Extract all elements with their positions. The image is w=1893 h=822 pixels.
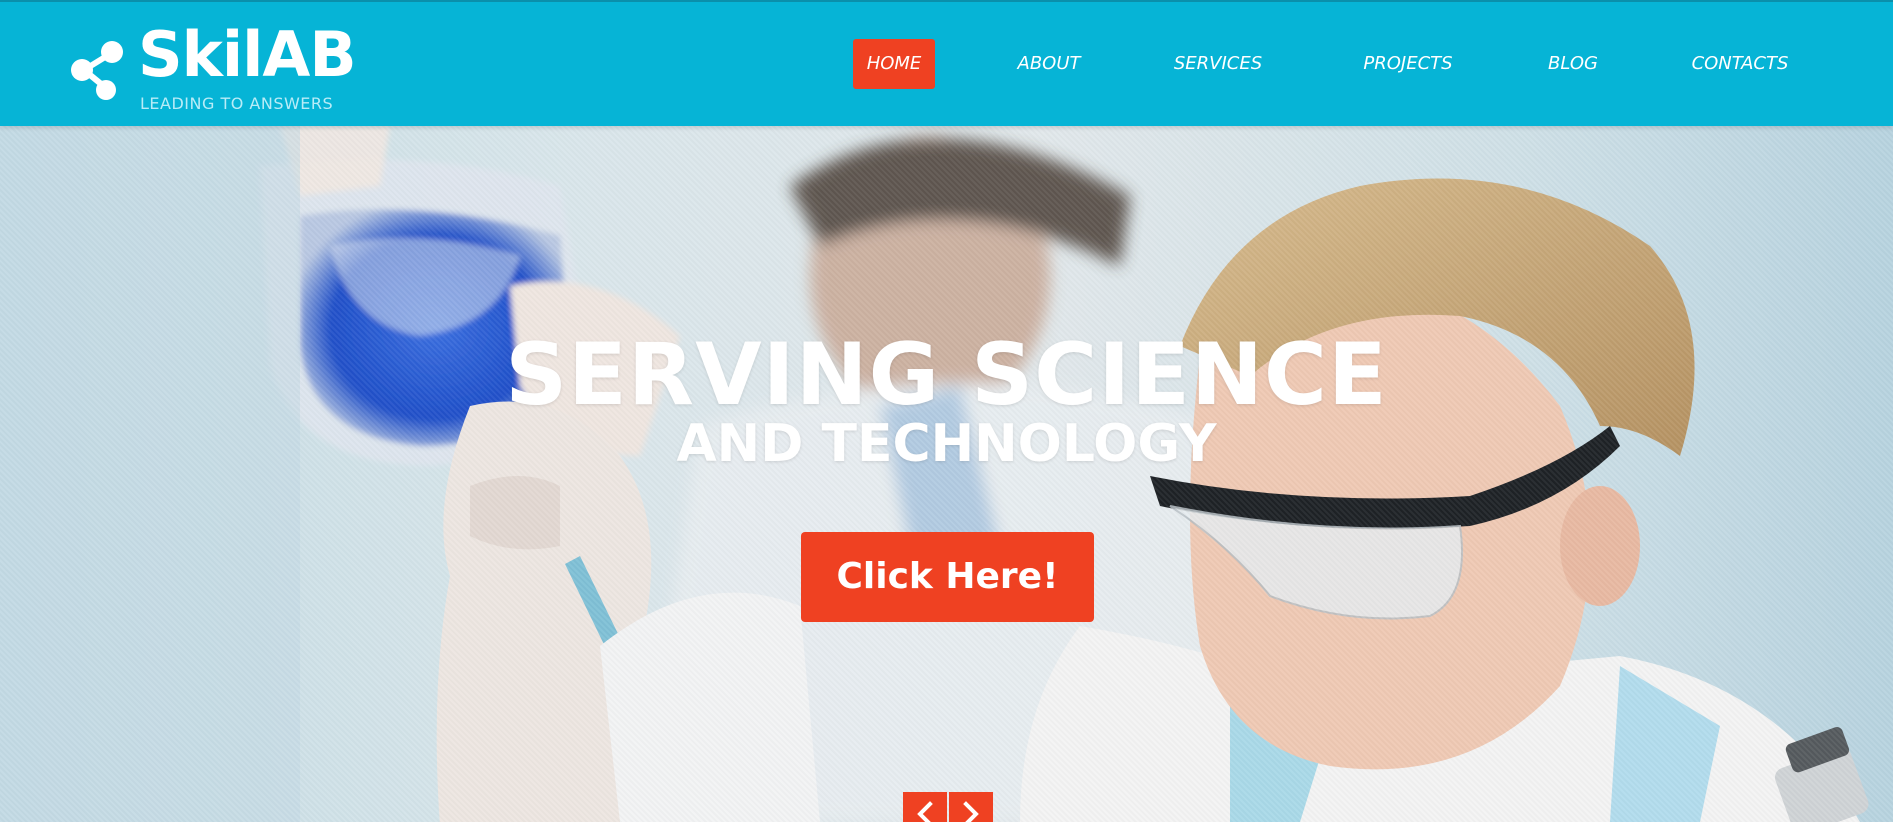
nav-item-projects[interactable]: PROJECTS [1353, 39, 1463, 89]
hero-slider: SERVING SCIENCE AND TECHNOLOGY Click Her… [0, 126, 1893, 822]
nav-item-blog[interactable]: BLOG [1533, 39, 1613, 89]
molecule-logo-icon [71, 41, 123, 100]
chevron-left-icon [917, 801, 933, 822]
page: SkilAB LEADING TO ANSWERS HOME ABOUT SER… [0, 0, 1893, 822]
nav-item-home[interactable]: HOME [853, 39, 935, 89]
nav-item-contacts[interactable]: CONTACTS [1685, 39, 1795, 89]
logo[interactable]: SkilAB LEADING TO ANSWERS [70, 24, 390, 115]
brand-name: SkilAB [138, 18, 357, 91]
hero-subtitle: AND TECHNOLOGY [676, 414, 1217, 474]
chevron-right-icon [963, 801, 979, 822]
slider-next-button[interactable] [949, 792, 993, 822]
site-header: SkilAB LEADING TO ANSWERS HOME ABOUT SER… [0, 0, 1893, 126]
nav-item-services[interactable]: SERVICES [1163, 39, 1273, 89]
slider-prev-button[interactable] [903, 792, 947, 822]
nav-item-about[interactable]: ABOUT [1003, 39, 1095, 89]
hero-texture-overlay [0, 126, 1893, 822]
cta-button[interactable]: Click Here! [801, 532, 1094, 622]
brand-tagline: LEADING TO ANSWERS [140, 94, 334, 113]
hero-title: SERVING SCIENCE [505, 325, 1388, 425]
